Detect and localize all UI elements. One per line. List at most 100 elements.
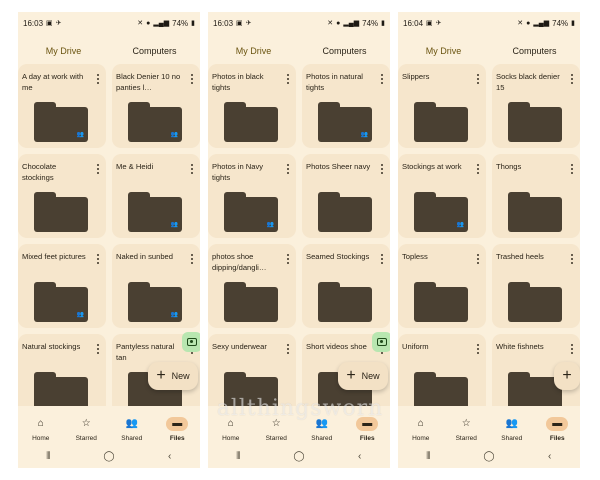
- starred-icon: ☆: [81, 417, 91, 429]
- folder-card[interactable]: Topless: [398, 244, 486, 328]
- folder-name: Trashed heels: [496, 252, 544, 261]
- more-options-icon[interactable]: [568, 72, 576, 86]
- folder-name: Photos in black tights: [212, 72, 264, 93]
- nav-label: Starred: [265, 434, 287, 442]
- tab-my-drive[interactable]: My Drive: [208, 34, 299, 68]
- status-right: ✕ ● ▂▄▆ 74% ▮: [327, 19, 385, 28]
- tab-my-drive[interactable]: My Drive: [398, 34, 489, 68]
- folder-name: Naked in sunbed: [116, 252, 173, 261]
- scan-camera-button[interactable]: [182, 332, 200, 352]
- back-icon[interactable]: ‹: [348, 451, 372, 462]
- folder-card[interactable]: Trashed heels: [492, 244, 580, 328]
- back-icon[interactable]: ‹: [158, 451, 182, 462]
- plus-icon: +: [346, 367, 356, 384]
- signal-icon: ▂▄▆: [343, 19, 360, 27]
- more-options-icon[interactable]: [474, 252, 482, 266]
- more-options-icon[interactable]: [284, 162, 292, 176]
- shared-people-icon: 👥: [76, 312, 84, 318]
- folder-card[interactable]: Black Denier 10 no panties l… 👥: [112, 64, 200, 148]
- nav-label: Home: [32, 434, 50, 442]
- files-icon: ▬: [356, 416, 379, 431]
- folder-name: Chocolate stockings: [22, 162, 57, 183]
- more-options-icon[interactable]: [284, 72, 292, 86]
- folder-name: Me & Heidi: [116, 162, 154, 171]
- nav-label: Shared: [501, 434, 523, 442]
- more-options-icon[interactable]: [474, 342, 482, 356]
- folder-card[interactable]: Stockings at work 👥: [398, 154, 486, 238]
- tab-computers[interactable]: Computers: [489, 34, 580, 68]
- more-options-icon[interactable]: [188, 162, 196, 176]
- more-options-icon[interactable]: [568, 162, 576, 176]
- folder-card[interactable]: Seamed Stockings: [302, 244, 390, 328]
- more-options-icon[interactable]: [94, 162, 102, 176]
- folder-card[interactable]: Mixed feet pictures 👥: [18, 244, 106, 328]
- more-options-icon[interactable]: [188, 72, 196, 86]
- home-circle-icon[interactable]: ◯: [287, 451, 311, 462]
- folder-icon: 👥: [34, 102, 88, 142]
- home-circle-icon[interactable]: ◯: [97, 451, 121, 462]
- more-options-icon[interactable]: [378, 72, 386, 86]
- folder-card[interactable]: Me & Heidi 👥: [112, 154, 200, 238]
- folder-card[interactable]: Chocolate stockings: [18, 154, 106, 238]
- recent-apps-icon[interactable]: ⦀: [36, 451, 60, 462]
- folder-card[interactable]: photos shoe dipping/dangli…: [208, 244, 296, 328]
- folder-card[interactable]: Photos in black tights: [208, 64, 296, 148]
- battery-level: 74%: [172, 18, 189, 28]
- folder-card[interactable]: A day at work with me 👥: [18, 64, 106, 148]
- airplane-icon: ✈: [55, 19, 62, 27]
- shared-people-icon: 👥: [170, 132, 178, 138]
- battery-level: 74%: [362, 18, 379, 28]
- new-button[interactable]: + New: [148, 362, 198, 390]
- folder-name: photos shoe dipping/dangli…: [212, 252, 267, 273]
- tab-computers[interactable]: Computers: [109, 34, 200, 68]
- notification-icon: ▣: [46, 19, 53, 27]
- home-circle-icon[interactable]: ◯: [477, 451, 501, 462]
- more-options-icon[interactable]: [94, 252, 102, 266]
- tab-computers[interactable]: Computers: [299, 34, 390, 68]
- scan-camera-button[interactable]: [372, 332, 390, 352]
- more-options-icon[interactable]: [94, 72, 102, 86]
- location-icon: ●: [336, 19, 341, 27]
- shared-people-icon: 👥: [170, 222, 178, 228]
- folder-card[interactable]: Socks black denier 15: [492, 64, 580, 148]
- folder-name: Mixed feet pictures: [22, 252, 86, 261]
- folder-card[interactable]: Photos in Navy tights 👥: [208, 154, 296, 238]
- new-button[interactable]: + New: [338, 362, 388, 390]
- more-options-icon[interactable]: [568, 252, 576, 266]
- folder-icon: 👥: [128, 282, 182, 322]
- folder-card[interactable]: Naked in sunbed 👥: [112, 244, 200, 328]
- status-left: 16:03 ▣ ✈: [213, 19, 252, 28]
- new-button[interactable]: +: [554, 362, 580, 390]
- more-options-icon[interactable]: [188, 252, 196, 266]
- folder-icon: [224, 102, 278, 142]
- more-options-icon[interactable]: [94, 342, 102, 356]
- folder-name: Stockings at work: [402, 162, 462, 171]
- folder-name: White fishnets: [496, 342, 544, 351]
- more-options-icon[interactable]: [378, 162, 386, 176]
- more-options-icon[interactable]: [284, 252, 292, 266]
- shared-people-icon: 👥: [360, 132, 368, 138]
- more-options-icon[interactable]: [474, 162, 482, 176]
- recent-apps-icon[interactable]: ⦀: [226, 451, 250, 462]
- more-options-icon[interactable]: [474, 72, 482, 86]
- folder-card[interactable]: Photos in natural tights 👥: [302, 64, 390, 148]
- folder-card[interactable]: Photos Sheer navy: [302, 154, 390, 238]
- folder-card[interactable]: Slippers: [398, 64, 486, 148]
- more-options-icon[interactable]: [378, 252, 386, 266]
- back-icon[interactable]: ‹: [538, 451, 562, 462]
- folder-name: A day at work with me: [22, 72, 84, 93]
- tab-my-drive[interactable]: My Drive: [18, 34, 109, 68]
- folder-card[interactable]: Thongs: [492, 154, 580, 238]
- nav-label: Files: [169, 434, 185, 442]
- more-options-icon[interactable]: [568, 342, 576, 356]
- home-icon: ⌂: [227, 417, 234, 429]
- nav-label: Shared: [311, 434, 333, 442]
- folder-icon: [318, 192, 372, 232]
- recent-apps-icon[interactable]: ⦀: [416, 451, 440, 462]
- drive-tabs: My Drive Computers: [18, 34, 200, 68]
- folder-name: Photos Sheer navy: [306, 162, 371, 171]
- folder-icon: [34, 192, 88, 232]
- folder-icon: [508, 192, 562, 232]
- status-bar: 16:04 ▣ ✈ ✕ ● ▂▄▆ 74% ▮: [398, 12, 580, 34]
- more-options-icon[interactable]: [284, 342, 292, 356]
